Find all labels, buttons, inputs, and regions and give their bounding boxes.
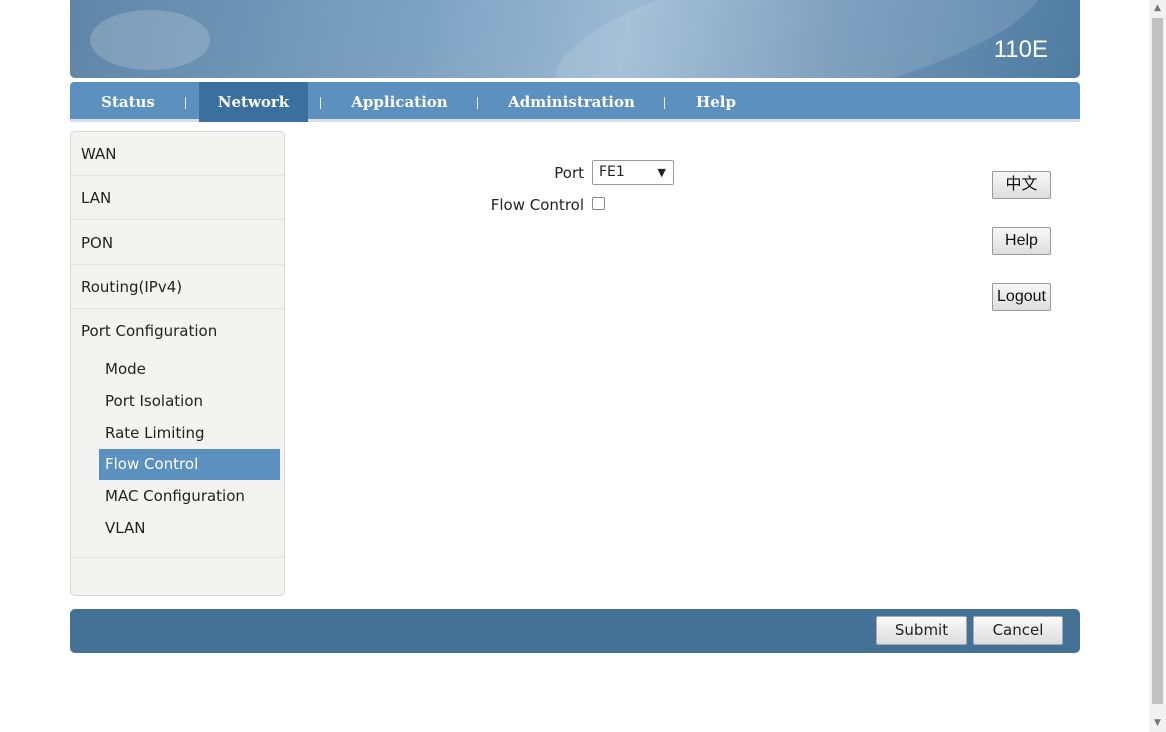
- tab-network[interactable]: Network: [199, 82, 308, 122]
- main-nav: Status Network Application Administratio…: [70, 82, 1080, 122]
- nav-separator: [320, 97, 321, 109]
- banner-decoration: [540, 0, 1060, 78]
- sidebar: WAN LAN PON Routing(IPv4) Port Configura…: [70, 131, 285, 596]
- device-model: 110E: [993, 36, 1048, 63]
- cancel-button[interactable]: Cancel: [973, 616, 1063, 645]
- logout-button[interactable]: Logout: [992, 283, 1051, 311]
- port-select-value: FE1: [599, 164, 625, 180]
- sidebar-subitem-vlan[interactable]: VLAN: [99, 513, 280, 544]
- scroll-up-icon[interactable]: ▲: [1149, 0, 1166, 17]
- sidebar-subitem-port-isolation[interactable]: Port Isolation: [99, 386, 280, 417]
- nav-separator: [477, 97, 478, 109]
- tab-application[interactable]: Application: [335, 82, 464, 122]
- vertical-scrollbar[interactable]: ▲ ▼: [1149, 0, 1166, 732]
- sidebar-item-wan[interactable]: WAN: [71, 132, 284, 176]
- scrollbar-thumb[interactable]: [1152, 18, 1163, 704]
- header-banner: 110E: [70, 0, 1080, 78]
- sidebar-subitem-flow-control[interactable]: Flow Control: [99, 449, 280, 480]
- nav-separator: [185, 97, 186, 109]
- sidebar-subitem-mode[interactable]: Mode: [99, 354, 280, 385]
- nav-separator: [664, 97, 665, 109]
- scroll-down-icon[interactable]: ▼: [1149, 715, 1166, 732]
- tab-help[interactable]: Help: [683, 82, 749, 122]
- sidebar-subitem-mac-configuration[interactable]: MAC Configuration: [99, 481, 280, 512]
- submit-button[interactable]: Submit: [876, 616, 967, 645]
- tab-status[interactable]: Status: [83, 82, 173, 122]
- sidebar-item-routing[interactable]: Routing(IPv4): [71, 265, 284, 309]
- sidebar-divider: [71, 557, 284, 558]
- sidebar-subitem-rate-limiting[interactable]: Rate Limiting: [99, 418, 280, 449]
- port-select[interactable]: FE1 ▼: [592, 160, 674, 185]
- flow-control-label: Flow Control: [490, 196, 584, 214]
- tab-administration[interactable]: Administration: [495, 82, 648, 122]
- banner-decoration: [90, 10, 210, 70]
- flow-control-checkbox[interactable]: [592, 197, 605, 210]
- sidebar-item-port-configuration[interactable]: Port Configuration: [71, 309, 284, 353]
- sidebar-item-lan[interactable]: LAN: [71, 176, 284, 220]
- footer-bar: Submit Cancel: [70, 609, 1080, 653]
- sidebar-item-pon[interactable]: PON: [71, 221, 284, 265]
- language-button[interactable]: 中文: [992, 171, 1051, 199]
- help-button[interactable]: Help: [992, 227, 1051, 255]
- port-label: Port: [554, 164, 584, 182]
- dropdown-arrow-icon: ▼: [657, 166, 666, 179]
